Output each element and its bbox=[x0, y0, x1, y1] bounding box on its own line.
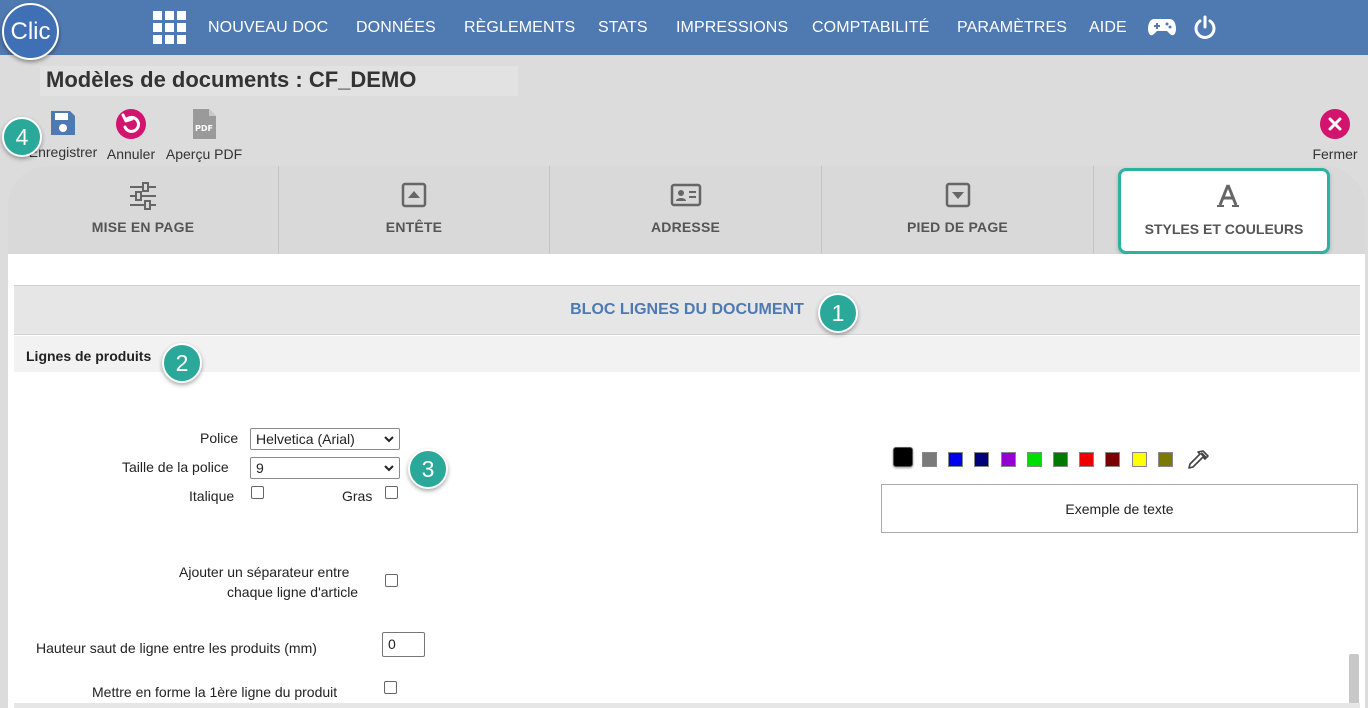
close-label: Fermer bbox=[1312, 146, 1358, 162]
color-swatch[interactable] bbox=[1079, 452, 1094, 467]
eyedropper-icon[interactable] bbox=[1186, 449, 1210, 473]
chevron-down-icon bbox=[384, 465, 394, 472]
cancel-label: Annuler bbox=[106, 146, 156, 162]
page-title: Modèles de documents : CF_DEMO bbox=[46, 67, 417, 92]
nav-item-donnees[interactable]: DONNÉES bbox=[356, 19, 436, 37]
nav-item-aide[interactable]: AIDE bbox=[1089, 19, 1127, 37]
pdf-label: Aperçu PDF bbox=[165, 146, 243, 162]
gamepad-icon[interactable] bbox=[1148, 16, 1176, 38]
annotation-badge-4: 4 bbox=[2, 117, 42, 157]
address-card-icon bbox=[670, 183, 701, 207]
color-swatch[interactable] bbox=[1053, 452, 1068, 467]
color-swatch[interactable] bbox=[893, 447, 913, 467]
annotation-badge-2: 2 bbox=[162, 343, 202, 383]
sub-header: Lignes de produits bbox=[14, 336, 1360, 372]
footer-icon bbox=[945, 182, 970, 208]
pdf-file-icon: PDF bbox=[193, 109, 216, 139]
tab-pied-de-page[interactable]: PIED DE PAGE bbox=[822, 166, 1094, 254]
line-spacing-label: Hauteur saut de ligne entre les produits… bbox=[36, 640, 317, 656]
bold-label: Gras bbox=[342, 488, 373, 504]
sliders-icon bbox=[130, 182, 156, 210]
grid-icon[interactable] bbox=[153, 11, 186, 44]
tab-entete[interactable]: ENTÊTE bbox=[279, 166, 550, 254]
font-size-value: 9 bbox=[256, 460, 264, 476]
subsection-title: Lignes de produits bbox=[26, 348, 152, 364]
tab-styles-et-couleurs[interactable]: STYLES ET COULEURS bbox=[1118, 168, 1330, 254]
power-icon[interactable] bbox=[1192, 15, 1218, 41]
bottom-strip bbox=[14, 703, 1360, 708]
nav-item-reglements[interactable]: RÈGLEMENTS bbox=[464, 19, 575, 37]
section-title: BLOC LIGNES DU DOCUMENT bbox=[570, 301, 804, 318]
close-button[interactable]: Fermer bbox=[1308, 108, 1362, 162]
pdf-icon-text: PDF bbox=[195, 124, 213, 133]
first-line-format-checkbox[interactable] bbox=[384, 681, 397, 694]
line-spacing-input[interactable]: 0 bbox=[382, 632, 425, 657]
section-header: BLOC LIGNES DU DOCUMENT bbox=[14, 285, 1360, 335]
separator-label-line-1: Ajouter un séparateur entre bbox=[179, 564, 350, 580]
color-swatch[interactable] bbox=[922, 452, 937, 467]
tab-label: ADRESSE bbox=[650, 219, 721, 235]
color-swatch[interactable] bbox=[1001, 452, 1016, 467]
tab-label: ENTÊTE bbox=[385, 219, 443, 235]
color-swatch[interactable] bbox=[948, 452, 963, 467]
vertical-scrollbar[interactable] bbox=[1349, 654, 1359, 708]
chevron-down-icon bbox=[384, 436, 394, 443]
font-size-select[interactable]: 9 bbox=[250, 457, 400, 479]
nav-item-impressions[interactable]: IMPRESSIONS bbox=[676, 19, 788, 37]
font-select[interactable]: Helvetica (Arial) bbox=[250, 428, 400, 450]
color-swatch[interactable] bbox=[1132, 452, 1147, 467]
undo-icon bbox=[116, 109, 146, 139]
separator-checkbox[interactable] bbox=[385, 574, 398, 587]
color-swatch[interactable] bbox=[1105, 452, 1120, 467]
italic-label: Italique bbox=[189, 488, 235, 504]
nav-item-parametres[interactable]: PARAMÈTRES bbox=[957, 19, 1067, 37]
bold-checkbox[interactable] bbox=[385, 486, 398, 499]
first-line-format-label: Mettre en forme la 1ère ligne du produit bbox=[92, 684, 338, 700]
annotation-badge-3: 3 bbox=[408, 449, 448, 489]
color-swatch[interactable] bbox=[1158, 452, 1173, 467]
italic-checkbox[interactable] bbox=[251, 486, 264, 499]
separator-label-line-2: chaque ligne d'article bbox=[227, 584, 359, 600]
color-swatch[interactable] bbox=[974, 452, 989, 467]
nav-item-nouveau-doc[interactable]: NOUVEAU DOC bbox=[208, 19, 328, 37]
top-nav-bar: NOUVEAU DOC DONNÉES RÈGLEMENTS STATS IMP… bbox=[0, 0, 1368, 55]
font-icon bbox=[1217, 184, 1239, 207]
preview-text: Exemple de texte bbox=[1065, 501, 1174, 517]
clic-logo[interactable]: Clic bbox=[2, 3, 59, 60]
tab-label: PIED DE PAGE bbox=[907, 219, 1008, 235]
header-icon bbox=[401, 182, 427, 208]
text-preview-box: Exemple de texte bbox=[881, 484, 1358, 533]
font-size-label: Taille de la police bbox=[122, 459, 229, 475]
tab-adresse[interactable]: ADRESSE bbox=[550, 166, 822, 254]
floppy-disk-icon bbox=[51, 111, 75, 135]
tab-mise-en-page[interactable]: MISE EN PAGE bbox=[8, 166, 279, 254]
nav-item-stats[interactable]: STATS bbox=[598, 19, 648, 37]
pdf-preview-button[interactable]: PDF Aperçu PDF bbox=[165, 108, 243, 162]
nav-item-comptabilite[interactable]: COMPTABILITÉ bbox=[812, 19, 929, 37]
font-label: Police bbox=[200, 430, 239, 446]
tab-label: MISE EN PAGE bbox=[91, 219, 195, 235]
cancel-button[interactable]: Annuler bbox=[104, 108, 158, 162]
close-icon bbox=[1320, 109, 1350, 139]
color-swatch[interactable] bbox=[1027, 452, 1042, 467]
font-select-value: Helvetica (Arial) bbox=[256, 431, 355, 447]
tab-label: STYLES ET COULEURS bbox=[1144, 221, 1304, 237]
annotation-badge-1: 1 bbox=[818, 293, 858, 333]
